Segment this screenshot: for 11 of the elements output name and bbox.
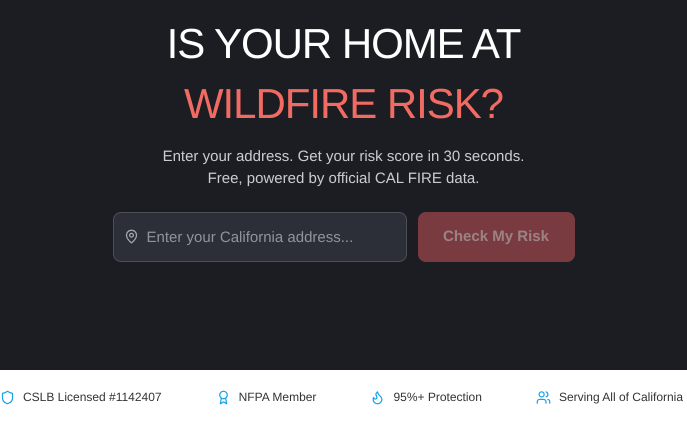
trust-label: 95%+ Protection [393, 389, 482, 406]
trust-label: NFPA Member [238, 389, 316, 406]
shield-icon [0, 390, 15, 404]
trust-label: CSLB Licensed #1142407 [23, 389, 162, 406]
map-pin-icon [124, 229, 138, 244]
flame-icon [370, 390, 386, 404]
address-field[interactable]: Enter your California address... [112, 212, 406, 262]
hero-title: IS YOUR HOME AT WILDFIRE RISK? [166, 19, 520, 129]
trust-label: Serving All of California [558, 389, 683, 406]
users-icon [536, 390, 551, 404]
hero-subtitle: Enter your address. Get your risk score in 30 seconds. Free, powered by official CAL FIRE data. [162, 147, 524, 189]
